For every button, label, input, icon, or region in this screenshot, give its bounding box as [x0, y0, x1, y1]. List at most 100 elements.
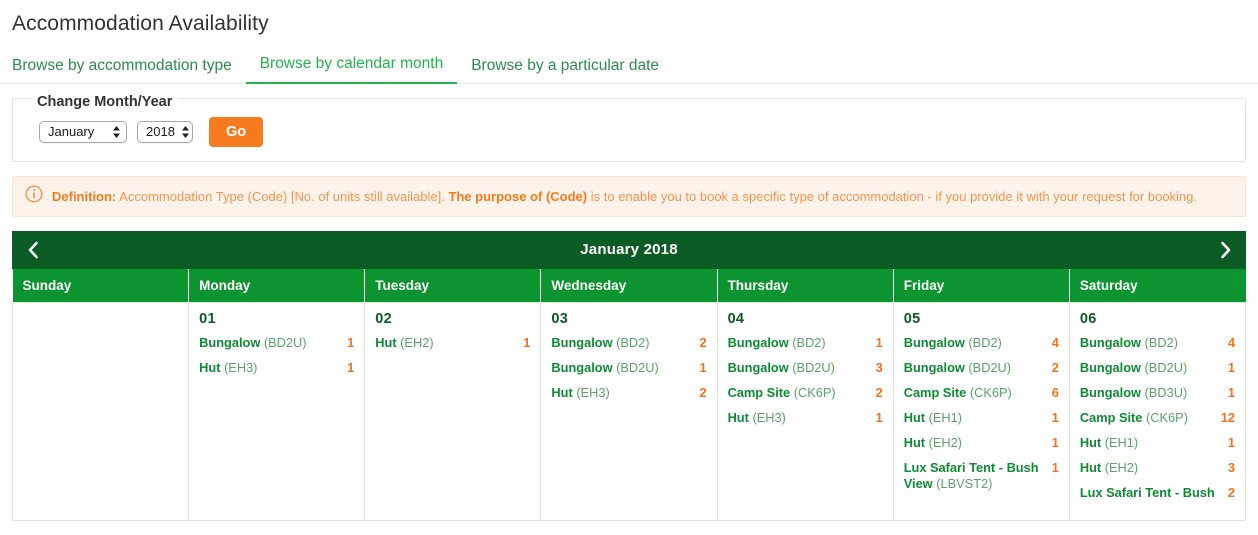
accommodation-type-name: Hut	[1079, 459, 1102, 475]
accommodation-type-code: (EH3)	[576, 385, 610, 401]
availability-entry[interactable]: Bungalow (BD2U) 1	[1080, 360, 1235, 376]
accommodation-type-name: Bungalow	[199, 335, 261, 351]
availability-entry-label: Camp Site (CK6P)	[728, 385, 836, 401]
availability-entry-label: Bungalow (BD3U)	[1080, 385, 1187, 401]
accommodation-type-code: (CK6P)	[793, 385, 836, 401]
tab-browse-by-accommodation-type[interactable]: Browse by accommodation type	[12, 57, 246, 84]
definition-label: Definition:	[52, 188, 117, 204]
units-available-count: 1	[1227, 385, 1235, 401]
units-available-count: 1	[1227, 360, 1235, 376]
availability-entry[interactable]: Bungalow (BD2) 1	[728, 335, 883, 351]
accommodation-type-code: (EH3)	[752, 410, 786, 425]
calendar-day-number: 05	[903, 311, 921, 328]
availability-entry[interactable]: Hut (EH3) 2	[551, 385, 706, 401]
accommodation-type-name: Camp Site	[1079, 410, 1143, 425]
availability-entry[interactable]: Hut (EH2) 3	[1080, 460, 1235, 476]
accommodation-type-code: (BD3U)	[1144, 385, 1188, 401]
accommodation-type-code: (BD2U)	[968, 360, 1012, 376]
units-available-count: 1	[1051, 410, 1059, 425]
availability-entry[interactable]: Camp Site (CK6P) 6	[904, 385, 1059, 401]
availability-entry[interactable]: Camp Site (CK6P) 12	[1080, 410, 1235, 426]
accommodation-type-name: Bungalow	[551, 335, 613, 351]
month-select[interactable]: January	[39, 121, 127, 143]
stepper-arrows-icon	[112, 125, 121, 139]
day-header-monday: Monday	[188, 268, 365, 303]
units-available-count: 1	[875, 335, 883, 351]
calendar-cell-empty	[11, 302, 190, 521]
availability-entry[interactable]: Lux Safari Tent - Bush View (LBVST2) 1	[904, 460, 1059, 492]
calendar-day-number: 03	[551, 311, 569, 328]
units-available-count: 1	[523, 335, 531, 351]
calendar-cell-day: 05 Bungalow (BD2) 4 Bungalow (BD2U) 2 Camp Si…	[892, 302, 1070, 521]
availability-entry-label: Bungalow (BD2)	[1080, 335, 1178, 351]
accommodation-type-name: Bungalow	[1079, 360, 1141, 376]
availability-entry-label: Bungalow (BD2U)	[199, 335, 306, 351]
accommodation-type-code: (BD2U)	[616, 360, 659, 376]
availability-entry-label: Bungalow (BD2)	[728, 335, 826, 351]
availability-entry[interactable]: Bungalow (BD2U) 3	[728, 360, 883, 376]
accommodation-type-code: (BD2U)	[792, 360, 835, 376]
availability-entry-label: Bungalow (BD2U)	[551, 360, 658, 376]
availability-entry-label: Bungalow (BD2U)	[728, 360, 835, 376]
calendar-grid: Sunday Monday Tuesday Wednesday Thursday…	[11, 268, 1247, 521]
day-header-tuesday: Tuesday	[364, 268, 541, 303]
availability-entry[interactable]: Camp Site (CK6P) 2	[728, 385, 883, 401]
availability-entry[interactable]: Hut (EH2) 1	[904, 435, 1059, 451]
chevron-right-icon[interactable]	[1204, 231, 1246, 269]
availability-entry-label: Lux Safari Tent - Bush	[1080, 485, 1215, 501]
units-available-count: 3	[875, 360, 883, 376]
tab-browse-by-particular-date[interactable]: Browse by a particular date	[457, 57, 673, 84]
change-month-year-fieldset: Change Month/Year January 2018 Go	[12, 94, 1246, 162]
calendar-cell-day: 01 Bungalow (BD2U) 1 Hut (EH3) 1	[188, 302, 366, 521]
accommodation-type-name: Hut	[551, 385, 573, 401]
calendar-day-number: 01	[199, 311, 216, 328]
accommodation-type-name: Lux Safari Tent - Bush	[1079, 484, 1215, 500]
availability-entry-label: Bungalow (BD2U)	[904, 360, 1011, 376]
units-available-count: 2	[699, 335, 707, 351]
availability-entry[interactable]: Hut (EH1) 1	[1080, 435, 1235, 451]
availability-entry[interactable]: Bungalow (BD2U) 1	[199, 335, 354, 351]
units-available-count: 2	[1051, 360, 1059, 376]
availability-entry[interactable]: Bungalow (BD3U) 1	[1080, 385, 1235, 401]
accommodation-type-name: Camp Site	[903, 385, 967, 401]
availability-entry[interactable]: Hut (EH3) 1	[728, 410, 883, 426]
calendar-day-number: 04	[727, 311, 745, 328]
day-header-sunday: Sunday	[12, 268, 189, 303]
units-available-count: 1	[699, 360, 707, 376]
accommodation-type-name: Hut	[727, 410, 749, 425]
availability-entry-label: Hut (EH2)	[1080, 460, 1138, 476]
calendar-cell-day: 03 Bungalow (BD2) 2 Bungalow (BD2U) 1 Hut (EH…	[540, 302, 718, 521]
availability-entry[interactable]: Bungalow (BD2U) 2	[904, 360, 1059, 376]
accommodation-type-code: (EH2)	[400, 335, 434, 351]
availability-entry[interactable]: Bungalow (BD2) 4	[904, 335, 1059, 351]
day-header-friday: Friday	[892, 268, 1070, 303]
availability-calendar: January 2018 Sunday Monday Tuesday Wedne…	[11, 230, 1247, 521]
availability-entry[interactable]: Hut (EH3) 1	[199, 360, 354, 376]
availability-entry-label: Hut (EH1)	[904, 410, 962, 426]
calendar-header: January 2018	[12, 230, 1246, 269]
day-header-wednesday: Wednesday	[540, 268, 718, 303]
units-available-count: 12	[1220, 410, 1235, 425]
tab-browse-by-calendar-month[interactable]: Browse by calendar month	[245, 55, 458, 84]
availability-entry[interactable]: Lux Safari Tent - Bush 2	[1080, 485, 1235, 501]
calendar-day-header-row: Sunday Monday Tuesday Wednesday Thursday…	[12, 268, 1246, 303]
availability-entry-label: Bungalow (BD2)	[904, 335, 1002, 351]
availability-entry[interactable]: Bungalow (BD2) 4	[1080, 335, 1235, 351]
year-select[interactable]: 2018	[137, 121, 193, 143]
go-button[interactable]: Go	[209, 117, 264, 147]
accommodation-type-code: (BD2)	[616, 335, 650, 351]
definition-body-2: is to enable you to book a specific type…	[590, 188, 1198, 204]
availability-entry[interactable]: Bungalow (BD2U) 1	[551, 360, 706, 376]
availability-entry[interactable]: Hut (EH1) 1	[904, 410, 1059, 426]
availability-entry-label: Hut (EH3)	[551, 385, 609, 401]
accommodation-type-code: (BD2)	[792, 335, 826, 351]
availability-entry-label: Hut (EH2)	[904, 435, 962, 451]
accommodation-type-name: Bungalow	[727, 360, 789, 376]
calendar-body: 01 Bungalow (BD2U) 1 Hut (EH3) 1 02 Hut (EH2) 1…	[11, 302, 1247, 521]
accommodation-type-name: Hut	[903, 410, 926, 425]
calendar-day-number: 02	[375, 311, 393, 328]
availability-entry[interactable]: Bungalow (BD2) 2	[551, 335, 706, 351]
availability-entry[interactable]: Hut (EH2) 1	[375, 335, 530, 351]
chevron-left-icon[interactable]	[12, 231, 54, 269]
accommodation-type-code: (BD2)	[1144, 335, 1178, 351]
